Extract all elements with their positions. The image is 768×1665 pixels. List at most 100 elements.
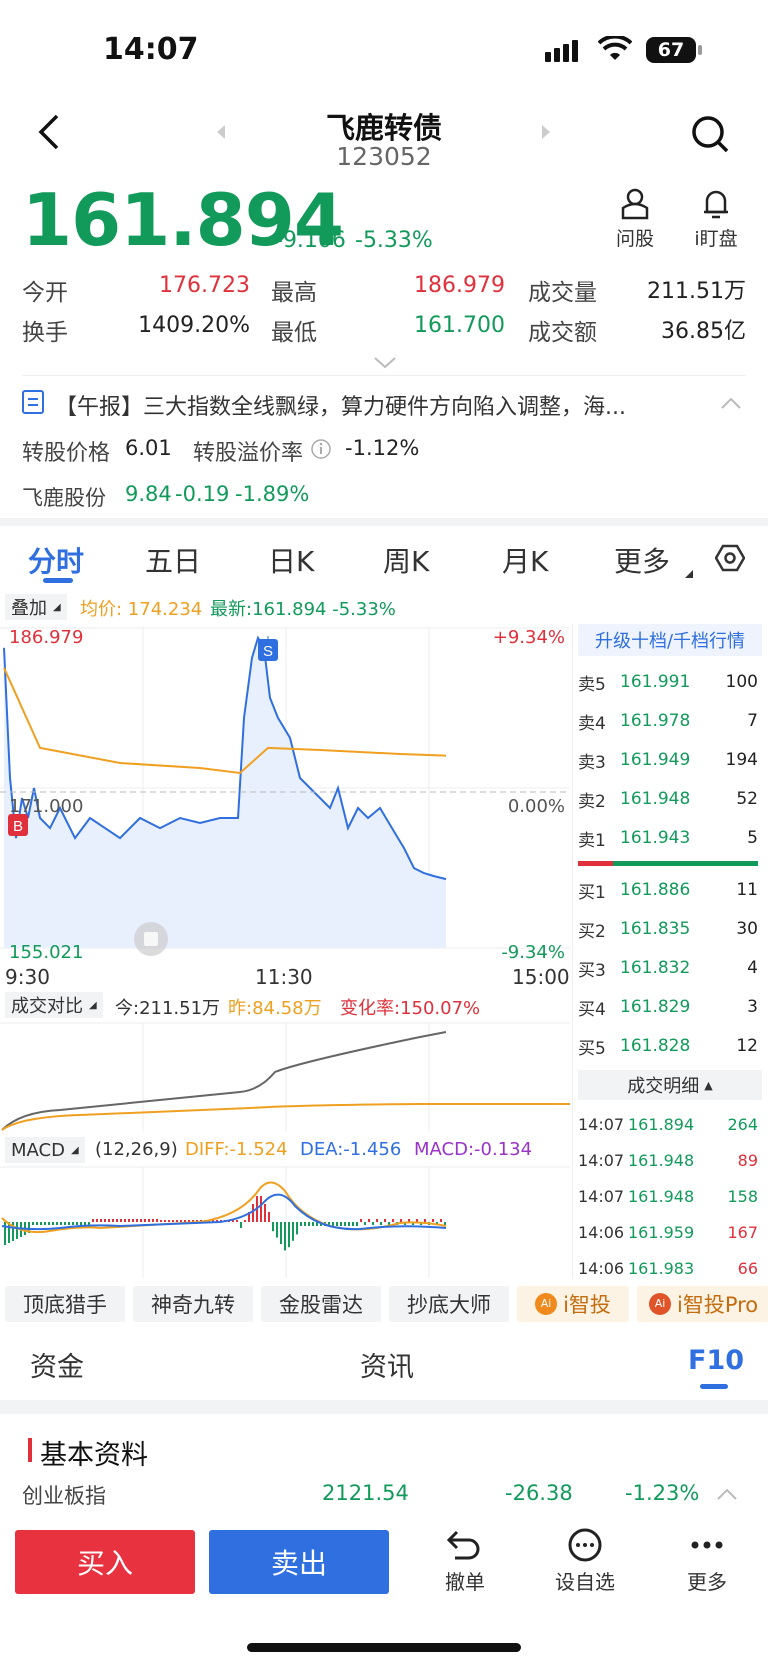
- index-collapse-icon[interactable]: [716, 1486, 738, 1505]
- ask-row[interactable]: 卖5 161.991 100: [578, 664, 758, 700]
- tool-i-invest-pro[interactable]: Ai i智投Pro: [637, 1286, 768, 1322]
- tool-bottom-master[interactable]: 抄底大师: [389, 1286, 509, 1322]
- collapse-chevron-icon[interactable]: [720, 395, 742, 414]
- volume-compare-button[interactable]: 成交对比 ◢: [5, 992, 103, 1018]
- macd-bar: [92, 1219, 94, 1222]
- more-actions-button[interactable]: 更多: [672, 1528, 742, 1595]
- tool-magic-nine[interactable]: 神奇九转: [133, 1286, 253, 1322]
- tool-golden-radar[interactable]: 金股雷达: [261, 1286, 381, 1322]
- expand-chevron-icon[interactable]: [373, 355, 397, 374]
- macd-bar: [180, 1220, 182, 1222]
- macd-bar: [60, 1222, 62, 1225]
- macd-bar: [272, 1222, 274, 1232]
- cancel-order-button[interactable]: 撤单: [430, 1528, 500, 1595]
- tab-intraday[interactable]: 分时: [28, 540, 84, 580]
- index-value: 2121.54: [322, 1481, 409, 1505]
- bid-row[interactable]: 买2 161.835 30: [578, 911, 758, 947]
- macd-bar: [44, 1222, 46, 1225]
- macd-bar: [172, 1220, 174, 1222]
- status-bar: 14:07 67: [0, 0, 768, 100]
- watch-button[interactable]: i盯盘: [688, 188, 744, 251]
- bid-volume: 3: [747, 997, 758, 1017]
- sell-marker-label: S: [263, 643, 273, 660]
- chart-top-pct: +9.34%: [492, 627, 565, 648]
- tab-five-day[interactable]: 五日: [145, 540, 201, 580]
- ask-row[interactable]: 卖3 161.949 194: [578, 742, 758, 778]
- underlying-name[interactable]: 飞鹿股份: [22, 482, 106, 512]
- stat-low-value: 161.700: [414, 313, 505, 338]
- macd-bar: [304, 1222, 306, 1226]
- bid-row[interactable]: 买3 161.832 4: [578, 950, 758, 986]
- tool-i-invest[interactable]: Ai i智投: [517, 1286, 629, 1322]
- tab-funds[interactable]: 资金: [30, 1345, 84, 1384]
- macd-bar: [104, 1219, 106, 1222]
- info-icon[interactable]: [310, 438, 332, 464]
- trade-volume: 264: [727, 1114, 758, 1134]
- trade-price: 161.948: [628, 1186, 695, 1206]
- stat-volume-value: 211.51万: [647, 279, 746, 304]
- ask-volume: 7: [747, 711, 758, 731]
- tab-f10[interactable]: F10: [688, 1345, 744, 1376]
- bid-price: 161.835: [620, 919, 691, 939]
- buy-marker-label: B: [13, 818, 23, 835]
- ask-row[interactable]: 卖1 161.943 5: [578, 820, 758, 856]
- macd-bar: [288, 1222, 290, 1248]
- add-watchlist-button[interactable]: 设自选: [550, 1528, 620, 1595]
- search-icon[interactable]: [690, 114, 730, 158]
- macd-bar: [368, 1219, 370, 1222]
- news-headline[interactable]: 【午报】三大指数全线飘绿，算力硬件方向陷入调整，海...: [55, 389, 675, 421]
- macd-bar: [120, 1219, 122, 1222]
- upgrade-orderbook-button[interactable]: 升级十档/千档行情: [578, 624, 762, 656]
- undo-icon: [446, 1530, 480, 1560]
- avg-price-line: [3, 667, 447, 775]
- price-change-pct: -5.33%: [355, 228, 433, 253]
- tab-week-k[interactable]: 周K: [383, 540, 429, 580]
- macd-bar: [108, 1219, 110, 1222]
- macd-bar: [376, 1219, 378, 1222]
- macd-bar: [68, 1222, 70, 1225]
- bid-row[interactable]: 买4 161.829 3: [578, 989, 758, 1025]
- macd-button[interactable]: MACD ◢: [5, 1137, 85, 1163]
- ask-row[interactable]: 卖4 161.978 7: [578, 703, 758, 739]
- next-stock-icon[interactable]: [540, 124, 552, 144]
- tab-day-k[interactable]: 日K: [268, 540, 314, 580]
- macd-value: MACD:-0.134: [414, 1139, 533, 1160]
- macd-bar: [96, 1219, 98, 1222]
- tool-top-bottom-hunter[interactable]: 顶底猎手: [5, 1286, 125, 1322]
- ask-stock-button[interactable]: 问股: [612, 188, 658, 251]
- sell-button[interactable]: 卖出: [209, 1530, 389, 1594]
- prev-stock-icon[interactable]: [215, 124, 227, 144]
- bid-row[interactable]: 买5 161.828 12: [578, 1028, 758, 1064]
- buy-button[interactable]: 买入: [15, 1530, 195, 1594]
- underlying-change-pct: -1.89%: [235, 482, 310, 506]
- ask-row[interactable]: 卖2 161.948 52: [578, 781, 758, 817]
- macd-dea: DEA:-1.456: [300, 1139, 402, 1160]
- trade-detail-button[interactable]: 成交明细 ▲: [578, 1070, 762, 1100]
- overlay-caret-icon: ◢: [53, 601, 61, 613]
- macd-bar: [264, 1204, 266, 1222]
- bid-price: 161.832: [620, 958, 691, 978]
- person-icon: [621, 188, 649, 220]
- macd-bar: [312, 1222, 314, 1226]
- macd-bar: [352, 1222, 354, 1226]
- tab-news[interactable]: 资讯: [360, 1345, 414, 1384]
- signal-icon: [545, 38, 585, 66]
- macd-bar: [176, 1220, 178, 1222]
- tab-more[interactable]: 更多: [614, 540, 670, 580]
- settings-hex-icon[interactable]: [714, 543, 746, 577]
- trade-price: 161.948: [628, 1150, 695, 1170]
- overlay-button[interactable]: 叠加 ◢: [5, 594, 67, 620]
- back-icon[interactable]: [35, 112, 65, 156]
- intraday-chart[interactable]: S B: [0, 624, 572, 964]
- macd-bar: [168, 1220, 170, 1222]
- tab-month-k[interactable]: 月K: [502, 540, 548, 580]
- time-mid-label: 11:30: [255, 965, 313, 989]
- macd-bar: [148, 1219, 150, 1222]
- macd-bar: [252, 1204, 254, 1222]
- bid-row[interactable]: 买1 161.886 11: [578, 872, 758, 908]
- bid-label: 买4: [578, 999, 606, 1020]
- stat-open-label: 今开: [22, 280, 68, 306]
- macd-bar: [52, 1222, 54, 1225]
- macd-bar: [140, 1219, 142, 1222]
- chart-mid-price: 171.000: [9, 796, 84, 817]
